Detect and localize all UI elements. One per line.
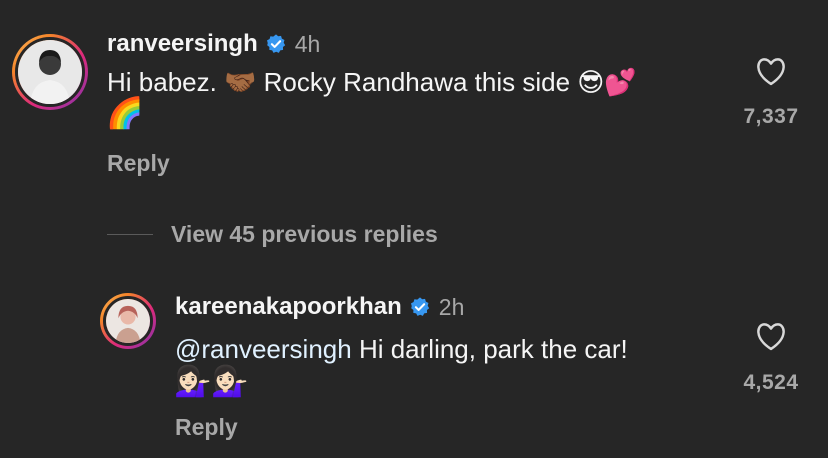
avatar-photo bbox=[106, 299, 150, 343]
avatar[interactable] bbox=[100, 293, 156, 349]
view-replies-label[interactable]: View 45 previous replies bbox=[171, 221, 438, 248]
like-count: 7,337 bbox=[743, 105, 799, 128]
reply-button[interactable]: Reply bbox=[175, 414, 238, 441]
comment-timestamp: 2h bbox=[438, 293, 465, 320]
verified-badge-icon bbox=[409, 296, 431, 318]
heart-icon[interactable] bbox=[754, 321, 788, 351]
comment-text: Hi babez. 🤝🏾 Rocky Randhawa this side 😎💕 bbox=[107, 67, 637, 97]
reply-button[interactable]: Reply bbox=[107, 150, 170, 177]
username[interactable]: ranveersingh bbox=[107, 30, 258, 58]
mention-link[interactable]: @ranveersingh bbox=[175, 334, 352, 364]
comment-text-line2: 🌈 bbox=[106, 97, 144, 130]
verified-badge-icon bbox=[265, 33, 287, 55]
avatar-photo bbox=[18, 40, 82, 104]
comment-text-line2: 💁🏻‍♀️💁🏻‍♀️ bbox=[174, 365, 249, 398]
view-previous-replies[interactable]: View 45 previous replies bbox=[107, 221, 438, 248]
like-count: 4,524 bbox=[743, 371, 799, 394]
username[interactable]: kareenakapoorkhan bbox=[175, 293, 402, 321]
comment-text: Hi darling, park the car! bbox=[351, 334, 628, 364]
comment-timestamp: 4h bbox=[294, 30, 321, 57]
divider-line bbox=[107, 234, 153, 235]
heart-icon[interactable] bbox=[754, 56, 788, 86]
avatar[interactable] bbox=[12, 34, 88, 110]
